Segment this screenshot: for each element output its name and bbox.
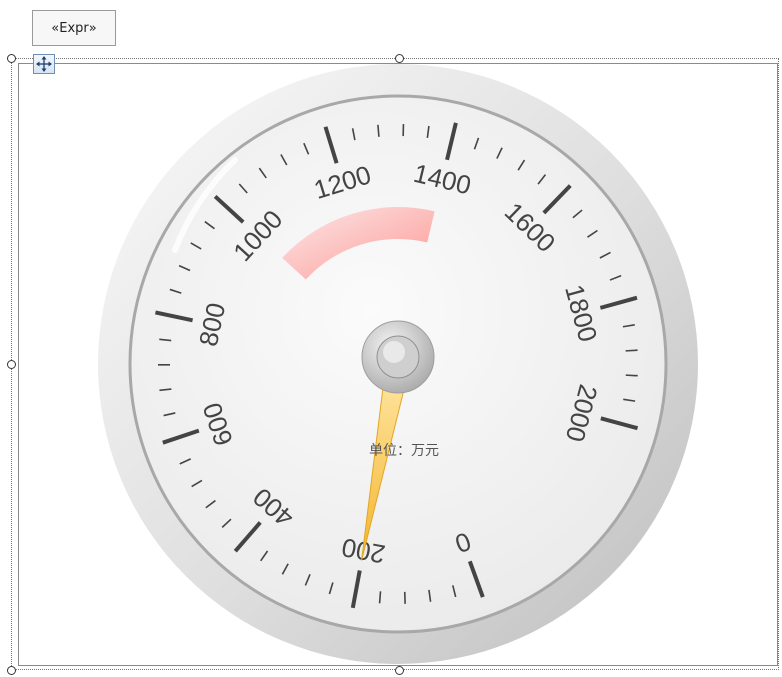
needle-cap-shine bbox=[383, 341, 405, 363]
minor-tick bbox=[378, 591, 382, 604]
unit-label: 单位：万元 bbox=[369, 443, 439, 459]
minor-tick bbox=[625, 374, 638, 377]
minor-tick bbox=[625, 349, 638, 352]
minor-tick bbox=[377, 124, 380, 137]
radial-gauge: 020040060080010001200 1400160018002000 单位… bbox=[98, 64, 698, 664]
